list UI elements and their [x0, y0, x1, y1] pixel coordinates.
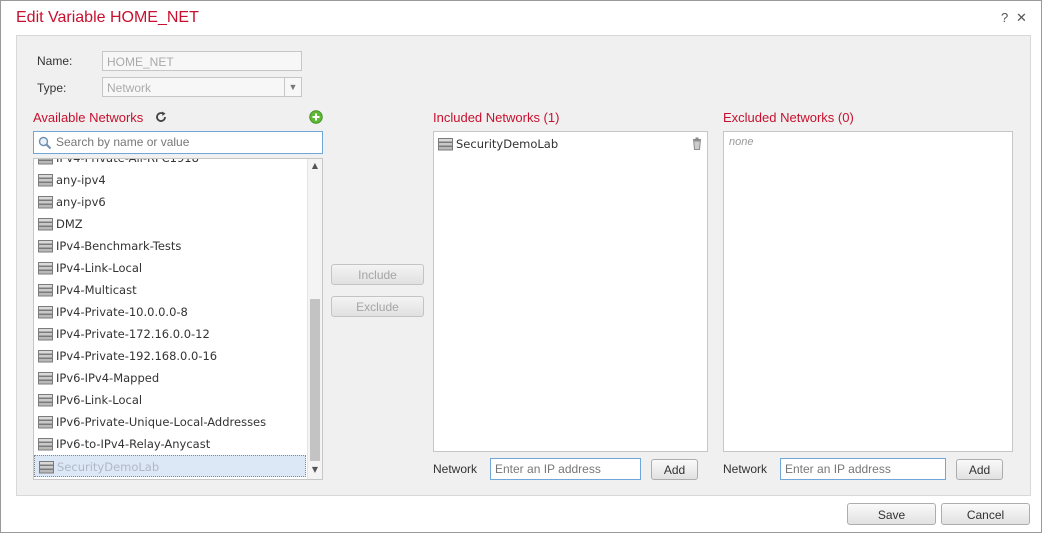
name-field[interactable]: HOME_NET — [102, 51, 302, 71]
network-object-icon — [38, 262, 53, 275]
list-item-label: IPv4-Multicast — [56, 283, 137, 297]
network-object-icon — [38, 372, 53, 385]
cancel-button[interactable]: Cancel — [941, 503, 1030, 525]
add-network-icon[interactable] — [309, 110, 323, 124]
list-item[interactable]: IPv4-Multicast — [34, 279, 306, 301]
network-object-icon — [38, 240, 53, 253]
list-item-label: IPv6-Private-Unique-Local-Addresses — [56, 415, 267, 429]
excluded-network-label: Network — [723, 462, 768, 476]
list-item[interactable]: SecurityDemoLab — [34, 455, 306, 477]
list-item-label: IPv4-Benchmark-Tests — [56, 239, 182, 253]
refresh-icon[interactable] — [155, 111, 167, 123]
list-item-label: IPv4-Private-192.168.0.0-16 — [56, 349, 218, 363]
dialog-title: Edit Variable HOME_NET — [16, 9, 199, 26]
network-object-icon — [38, 438, 53, 451]
network-object-icon — [38, 159, 53, 165]
list-item[interactable]: any-ipv6 — [34, 191, 306, 213]
list-item[interactable]: IPv4-Private-172.16.0.0-12 — [34, 323, 306, 345]
included-list-item[interactable]: SecurityDemoLab — [434, 133, 707, 155]
list-item[interactable]: IPv6-Private-Unique-Local-Addresses — [34, 411, 306, 433]
type-label: Type: — [37, 81, 67, 95]
list-item-label: any-ipv4 — [56, 173, 106, 187]
list-item-label: IPv4-Private-10.0.0.0-8 — [56, 305, 188, 319]
included-ip-placeholder: Enter an IP address — [495, 462, 601, 476]
trash-icon[interactable] — [692, 137, 702, 150]
network-object-icon — [38, 350, 53, 363]
excluded-empty-text: none — [729, 136, 754, 148]
list-item[interactable]: DMZ — [34, 213, 306, 235]
chevron-down-icon: ▼ — [284, 78, 301, 96]
available-networks-title: Available Networks — [33, 110, 144, 125]
exclude-button[interactable]: Exclude — [331, 296, 424, 317]
scrollbar-thumb[interactable] — [310, 299, 320, 461]
type-select[interactable]: Network ▼ — [102, 77, 302, 97]
list-item-label: SecurityDemoLab — [57, 460, 160, 474]
edit-variable-dialog: Edit Variable HOME_NET ? ✕ Name: HOME_NE… — [0, 0, 1042, 533]
list-item-label: IPv6-IPv4-Mapped — [56, 371, 160, 385]
included-network-label: Network — [433, 462, 478, 476]
list-item[interactable]: IPv6-to-IPv4-Relay-Anycast — [34, 433, 306, 455]
type-value: Network — [107, 81, 152, 95]
list-item[interactable]: IPv4-Benchmark-Tests — [34, 235, 306, 257]
network-object-icon — [38, 218, 53, 231]
excluded-networks-list: none — [723, 131, 1013, 452]
list-item[interactable]: IPv6-IPv4-Mapped — [34, 367, 306, 389]
list-item-label: IPv4-Private-172.16.0.0-12 — [56, 327, 210, 341]
excluded-networks-title: Excluded Networks (0) — [723, 110, 854, 125]
network-object-icon — [38, 174, 53, 187]
list-item-label: DMZ — [56, 217, 83, 231]
network-object-icon — [39, 461, 54, 474]
network-object-icon — [38, 284, 53, 297]
included-networks-list: SecurityDemoLab — [433, 131, 708, 452]
included-ip-input[interactable]: Enter an IP address — [490, 458, 641, 480]
excluded-ip-input[interactable]: Enter an IP address — [780, 458, 946, 480]
list-item[interactable]: IPv6-Link-Local — [34, 389, 306, 411]
list-item[interactable]: IPv4-Private-192.168.0.0-16 — [34, 345, 306, 367]
list-item-label: any-ipv6 — [56, 195, 106, 209]
list-scrollbar[interactable]: ▲ ▼ — [307, 159, 322, 479]
scroll-up-arrow-icon[interactable]: ▲ — [310, 161, 320, 170]
included-add-button[interactable]: Add — [651, 459, 698, 480]
search-icon — [38, 136, 52, 150]
dialog-body: Name: HOME_NET Type: Network ▼ Available… — [16, 35, 1031, 496]
list-item-label: IPv6-Link-Local — [56, 393, 143, 407]
network-object-icon — [438, 138, 453, 151]
name-value: HOME_NET — [107, 55, 174, 69]
network-object-icon — [38, 328, 53, 341]
available-networks-list: IPv4-Private-All-RFC1918 any-ipv4 any-ipv6… — [33, 158, 323, 480]
search-input[interactable]: Search by name or value — [33, 131, 323, 154]
excluded-ip-placeholder: Enter an IP address — [785, 462, 891, 476]
network-object-icon — [38, 394, 53, 407]
list-item[interactable]: IPv4-Private-10.0.0.0-8 — [34, 301, 306, 323]
list-item-label: IPv6-to-IPv4-Relay-Anycast — [56, 437, 211, 451]
name-label: Name: — [37, 54, 73, 68]
scroll-down-arrow-icon[interactable]: ▼ — [310, 465, 320, 474]
list-item[interactable]: IPv4-Link-Local — [34, 257, 306, 279]
network-object-icon — [38, 416, 53, 429]
save-button[interactable]: Save — [847, 503, 936, 525]
list-item-label: IPv4-Private-All-RFC1918 — [56, 158, 199, 165]
included-item-label: SecurityDemoLab — [456, 137, 559, 151]
include-button[interactable]: Include — [331, 264, 424, 285]
network-object-icon — [38, 306, 53, 319]
network-object-icon — [38, 196, 53, 209]
excluded-add-button[interactable]: Add — [956, 459, 1003, 480]
close-icon[interactable]: ✕ — [1016, 10, 1027, 26]
list-item[interactable]: any-ipv4 — [34, 169, 306, 191]
list-item-label: IPv4-Link-Local — [56, 261, 143, 275]
search-placeholder: Search by name or value — [56, 135, 190, 149]
list-item[interactable]: IPv4-Private-All-RFC1918 — [34, 158, 306, 169]
help-icon[interactable]: ? — [1001, 10, 1008, 25]
included-networks-title: Included Networks (1) — [433, 110, 560, 125]
